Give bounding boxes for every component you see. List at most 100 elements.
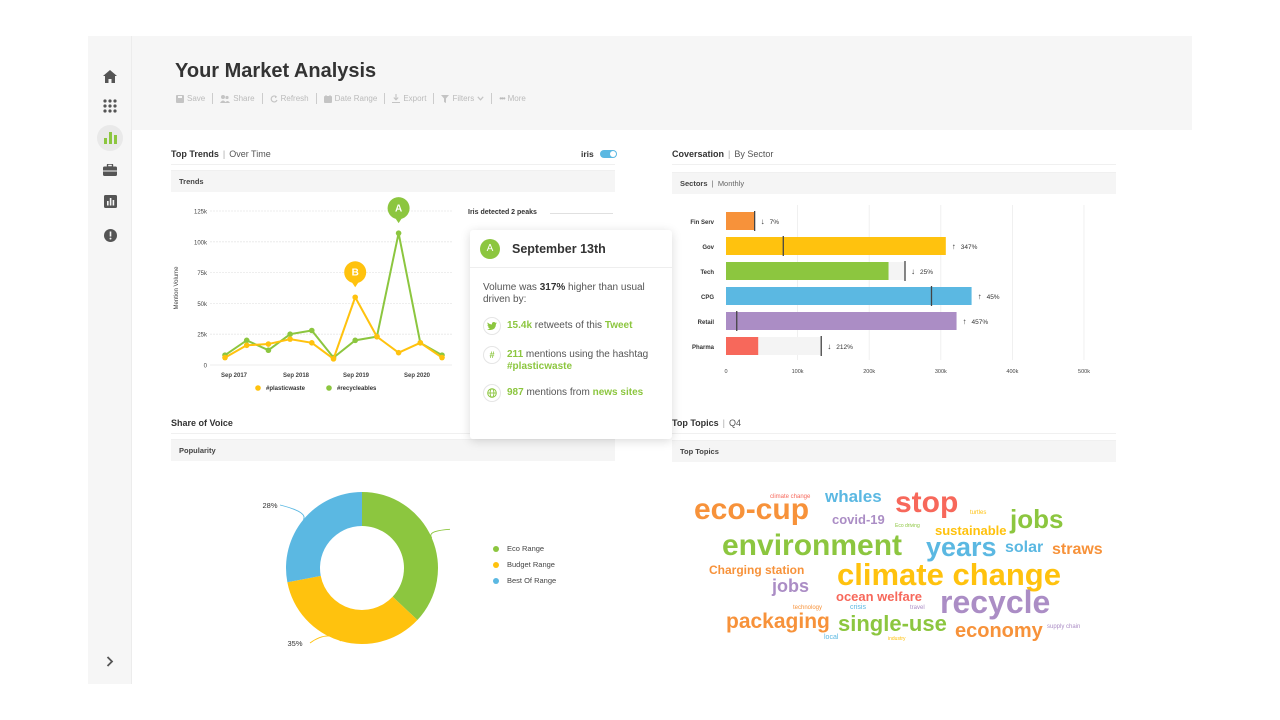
page-title: Your Market Analysis xyxy=(175,60,377,82)
topics-subbar: Top Topics xyxy=(672,440,1116,462)
popup-item-news: 987 mentions from news sites xyxy=(483,384,659,402)
word-cloud-term[interactable]: jobs xyxy=(1010,506,1063,532)
hashtag-icon: # xyxy=(483,346,501,364)
word-cloud-term[interactable]: supply chain xyxy=(1047,624,1080,630)
popup-item-hashtag: # 211 mentions using the hashtag #plasti… xyxy=(483,346,659,373)
iris-label: iris xyxy=(581,149,594,159)
sov-panel-title: Share of Voice xyxy=(171,418,233,428)
refresh-label: Refresh xyxy=(280,94,309,103)
data-point xyxy=(395,230,402,236)
export-label: Export xyxy=(403,94,427,103)
legend-dot xyxy=(326,385,332,391)
legend-item: Eco Range xyxy=(493,544,544,553)
legend-label: #plasticwaste xyxy=(266,386,306,392)
data-point xyxy=(265,347,272,354)
x-tick-label: 500k xyxy=(1078,369,1090,375)
data-point xyxy=(222,354,228,361)
word-cloud-term[interactable]: solar xyxy=(1005,540,1043,556)
export-button[interactable]: Export xyxy=(392,94,426,103)
topics-panel-title: Top Topics | Q4 xyxy=(672,418,742,428)
iris-toggle[interactable] xyxy=(600,150,617,158)
more-label: More xyxy=(507,94,526,103)
trends-title: Top Trends xyxy=(171,149,219,159)
sov-subbar: Popularity xyxy=(171,439,615,461)
word-cloud-term[interactable]: whales xyxy=(825,488,882,505)
bar-fin-serv xyxy=(726,212,755,230)
word-cloud-term[interactable]: recycle xyxy=(940,586,1050,618)
x-tick-label: 100k xyxy=(792,369,804,375)
word-cloud-term[interactable]: industry xyxy=(888,637,906,642)
word-cloud-term[interactable]: jobs xyxy=(772,577,809,595)
toolbar-divider xyxy=(384,93,386,104)
word-cloud-term[interactable]: stop xyxy=(895,488,958,518)
refresh-button[interactable]: Refresh xyxy=(270,94,309,103)
y-tick-label: 0 xyxy=(204,364,208,370)
change-arrow: ↑ xyxy=(978,292,982,301)
date-range-button[interactable]: Date Range xyxy=(323,94,377,103)
trends-line-chart: 0 25k 50k 75k 100k 125k Mention Volume Sep 2017… xyxy=(174,197,452,392)
change-label: 457% xyxy=(972,319,989,326)
sector-subbar: Sectors | Monthly xyxy=(672,172,1116,194)
hashtag-link[interactable]: #plasticwaste xyxy=(507,361,572,372)
word-cloud-term[interactable]: straws xyxy=(1052,542,1103,558)
news-sites-link[interactable]: news sites xyxy=(593,387,644,398)
change-arrow: ↓ xyxy=(911,267,915,276)
peak-detail-popup: A September 13th Volume was 317% higher … xyxy=(470,230,672,439)
slice-label: 35% xyxy=(287,639,302,648)
word-cloud-term[interactable]: Charging station xyxy=(709,564,804,576)
alert-icon[interactable] xyxy=(98,223,122,247)
bar-pharma xyxy=(726,337,759,355)
y-tick-label: 100k xyxy=(194,240,208,246)
data-point xyxy=(352,337,358,344)
bar-chart-icon[interactable] xyxy=(97,125,123,151)
share-of-voice-donut: 37%35%28% xyxy=(262,492,450,648)
data-point xyxy=(309,340,315,346)
word-cloud-term[interactable]: single-use xyxy=(838,613,947,635)
more-button[interactable]: ••• More xyxy=(499,94,526,103)
word-cloud-term[interactable]: turtles xyxy=(970,510,986,516)
word-cloud-term[interactable]: eco-cup xyxy=(694,495,809,525)
word-cloud-term[interactable]: covid-19 xyxy=(832,513,885,526)
legend-dot xyxy=(493,545,499,552)
legend-label: Budget Range xyxy=(507,560,555,569)
toolbar-divider xyxy=(491,93,493,104)
trends-panel-title: Top Trends | Over Time xyxy=(171,149,271,159)
category-label: Pharma xyxy=(692,345,715,351)
filter-icon xyxy=(441,94,450,103)
chevron-right-icon[interactable] xyxy=(98,649,122,673)
bar-gov xyxy=(726,237,946,255)
word-cloud-term[interactable]: ocean welfare xyxy=(836,590,922,603)
x-tick-label: Sep 2018 xyxy=(283,373,310,379)
word-cloud-term[interactable]: local xyxy=(824,634,838,641)
data-point xyxy=(352,294,358,301)
home-icon[interactable] xyxy=(98,64,122,88)
share-label: Share xyxy=(233,94,255,103)
page-header: Your Market Analysis Save Share Refresh … xyxy=(132,36,1192,130)
divider xyxy=(171,164,615,165)
y-tick-label: 125k xyxy=(194,210,208,216)
share-button[interactable]: Share xyxy=(220,94,255,103)
sector-panel-title: Coversation | By Sector xyxy=(672,149,774,159)
filters-dropdown[interactable]: Filters xyxy=(441,94,484,103)
slice-best-of-range xyxy=(286,492,362,583)
change-label: 45% xyxy=(987,294,1000,301)
tweet-link[interactable]: Tweet xyxy=(605,320,633,331)
divider xyxy=(672,164,1116,165)
x-tick-label: 400k xyxy=(1006,369,1018,375)
toolbar-divider xyxy=(315,93,317,104)
word-cloud-term[interactable]: packaging xyxy=(726,611,830,632)
change-arrow: ↓ xyxy=(761,217,765,226)
category-label: Gov xyxy=(702,245,714,251)
briefcase-icon[interactable] xyxy=(98,158,122,182)
data-point xyxy=(439,354,445,361)
x-tick-label: Sep 2020 xyxy=(404,373,431,379)
trends-subtitle: Over Time xyxy=(229,149,271,159)
change-label: 212% xyxy=(836,344,853,351)
save-button[interactable]: Save xyxy=(176,94,205,103)
sector-subtitle: By Sector xyxy=(734,149,774,159)
word-cloud-term[interactable]: crisis xyxy=(850,604,866,611)
word-cloud-term[interactable]: economy xyxy=(955,621,1043,641)
apps-grid-icon[interactable] xyxy=(98,94,122,118)
report-icon[interactable] xyxy=(98,189,122,213)
export-icon xyxy=(392,94,401,103)
